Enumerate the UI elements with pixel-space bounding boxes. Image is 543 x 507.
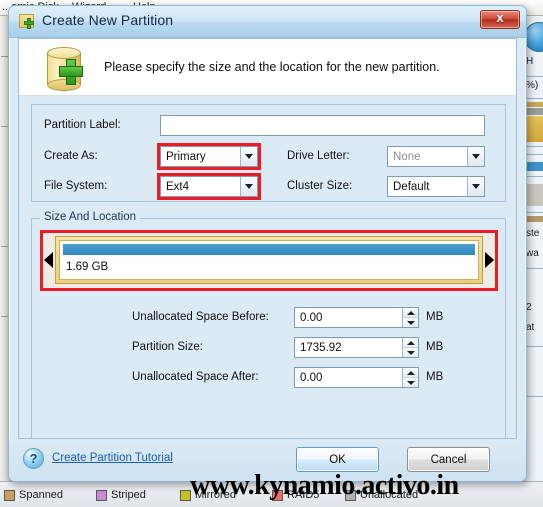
partition-size-stepper[interactable]: 1735.92 [294,337,419,358]
close-glyph: x [496,10,504,25]
stepper-up-icon[interactable] [403,368,418,378]
dialog-instruction-text: Please specify the size and the location… [104,60,440,74]
background-label-wa: wa [526,248,539,259]
close-icon[interactable]: x [480,10,520,29]
legend-label-mirrored: Mirrored [195,489,236,501]
background-label-pct: %) [526,80,539,91]
resize-handle-left-icon[interactable] [44,252,53,268]
stepper-down-icon[interactable] [403,318,418,327]
legend-swatch-spanned [4,489,15,501]
dialog-footer: ? Create Partition Tutorial OK Cancel [9,439,526,481]
dialog-title: Create New Partition [42,12,174,28]
partition-size-field-label: Partition Size: [132,341,203,353]
legend-label-spanned: Spanned [19,489,64,501]
help-question-icon[interactable]: ? [23,448,44,469]
legend-item-spanned: Spanned [4,489,63,501]
legend-item-mirrored: Mirrored [180,489,236,501]
create-as-value: Primary [166,150,206,163]
disk-type-legend: Spanned Striped Mirrored RAID5 Unallocat… [0,481,543,507]
cluster-size-value: Default [393,180,430,193]
chevron-down-icon[interactable] [240,147,257,166]
unallocated-before-stepper[interactable]: 0.00 [294,307,419,328]
stepper-buttons[interactable] [402,368,418,387]
legend-swatch-mirrored [180,489,191,501]
stepper-up-icon[interactable] [403,338,418,348]
size-and-location-group: Size And Location 1.69 GB Unallocated Sp… [31,211,506,444]
file-system-label: File System: [44,180,108,192]
legend-item-raid5: RAID5 [272,489,319,501]
legend-item-striped: Striped [96,489,146,501]
ok-button[interactable]: OK [296,447,379,472]
unallocated-after-unit: MB [426,371,444,383]
dialog-body: Please specify the size and the location… [18,38,517,444]
file-system-select[interactable]: Ext4 [160,176,258,197]
partition-size-unit: MB [426,341,444,353]
file-system-value: Ext4 [166,180,190,193]
stepper-down-icon[interactable] [403,348,418,357]
legend-label-raid5: RAID5 [287,489,320,501]
legend-swatch-unallocated [345,489,356,501]
cluster-size-select[interactable]: Default [387,176,485,197]
stepper-buttons[interactable] [402,338,418,357]
partition-label-label: Partition Label: [44,119,121,131]
cluster-size-label: Cluster Size: [287,180,353,192]
background-label-h: H [526,56,534,67]
legend-label-striped: Striped [111,489,146,501]
create-as-label: Create As: [44,150,98,162]
create-partition-tutorial-link[interactable]: Create Partition Tutorial [52,452,173,464]
create-new-partition-dialog: Create New Partition x Please specify th… [8,5,527,482]
background-label-at: at [526,322,535,333]
stepper-down-icon[interactable] [403,378,418,387]
dialog-content: Partition Label: Create As: Primary Driv… [19,96,516,444]
dialog-titlebar[interactable]: Create New Partition x [9,6,526,38]
background-label-ste: ste [526,228,540,239]
dialog-header-band: Please specify the size and the location… [19,39,516,96]
partition-size-value: 1735.92 [300,341,342,354]
disk-add-icon [45,47,91,91]
size-and-location-title: Size And Location [40,211,141,223]
drive-letter-label: Drive Letter: [287,150,350,162]
partition-add-icon [19,13,36,30]
unallocated-before-value: 0.00 [300,311,323,324]
legend-swatch-striped [96,489,107,501]
unallocated-before-unit: MB [426,311,444,323]
cancel-button[interactable]: Cancel [407,447,490,472]
partition-label-input[interactable] [160,115,485,136]
unallocated-after-label: Unallocated Space After: [132,371,259,383]
chevron-down-icon[interactable] [240,177,257,196]
legend-item-unallocated: Unallocated [345,489,418,501]
unallocated-after-value: 0.00 [300,371,323,384]
partition-block[interactable]: 1.69 GB [55,236,483,284]
resize-handle-right-icon[interactable] [485,252,494,268]
drive-letter-value: None [393,150,421,163]
basic-settings-group: Partition Label: Create As: Primary Driv… [31,104,506,202]
stepper-buttons[interactable] [402,308,418,327]
partition-usage-bar [62,243,476,256]
create-as-select[interactable]: Primary [160,146,258,167]
partition-map[interactable]: 1.69 GB [43,233,495,288]
chevron-down-icon[interactable] [467,147,484,166]
unallocated-before-label: Unallocated Space Before: [132,311,269,323]
stepper-up-icon[interactable] [403,308,418,318]
partition-size-label: 1.69 GB [66,261,109,273]
chevron-down-icon[interactable] [467,177,484,196]
unallocated-after-stepper[interactable]: 0.00 [294,367,419,388]
legend-swatch-raid5 [272,489,283,501]
legend-label-unallocated: Unallocated [360,489,419,501]
drive-letter-select[interactable]: None [387,146,485,167]
